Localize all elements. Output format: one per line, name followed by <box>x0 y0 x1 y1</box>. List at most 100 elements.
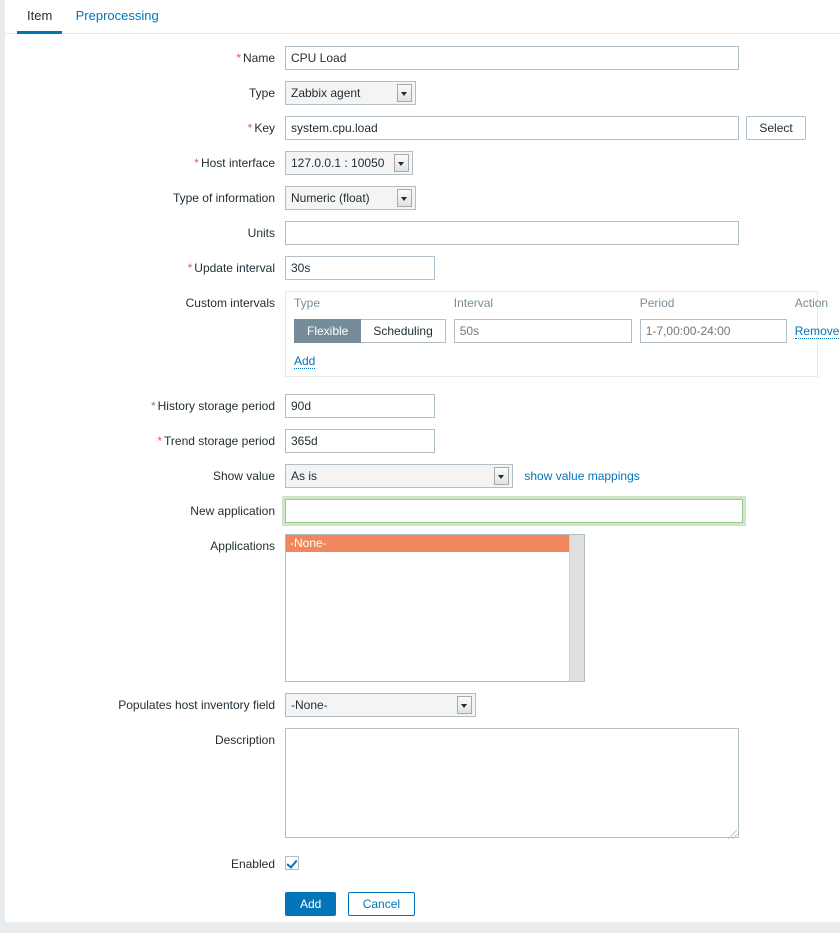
label-custom-intervals: Custom intervals <box>5 291 285 315</box>
applications-listbox-scrollbar[interactable] <box>569 535 584 681</box>
label-update-interval: * Update interval <box>5 256 285 280</box>
label-trend-storage-period: * Trend storage period <box>5 429 285 453</box>
field-row-show-value: Show value As is show value mappings <box>5 464 840 488</box>
units-input[interactable] <box>285 221 739 245</box>
required-marker-trend-storage-period: * <box>157 434 163 448</box>
custom-intervals-header-row: Type Interval Period Action <box>286 292 839 316</box>
field-row-update-interval: * Update interval <box>5 256 840 280</box>
label-new-application-text: New application <box>190 504 275 518</box>
label-populates-host-inventory-field-text: Populates host inventory field <box>118 698 275 712</box>
field-row-name: * Name <box>5 46 840 70</box>
custom-intervals-table: Type Interval Period Action Flexible Sch… <box>286 292 840 376</box>
applications-option-none[interactable]: -None- <box>286 535 584 552</box>
custom-period-input[interactable] <box>639 319 787 343</box>
label-units: Units <box>5 221 285 245</box>
tab-preprocessing[interactable]: Preprocessing <box>66 1 169 31</box>
label-name-text: Name <box>242 51 275 65</box>
label-trend-storage-period-text: Trend storage period <box>164 434 275 448</box>
field-row-trend-storage-period: * Trend storage period <box>5 429 840 453</box>
cell-add-interval: Add <box>286 346 839 376</box>
cell-action: Remove <box>787 316 840 346</box>
label-applications: Applications <box>5 534 285 558</box>
label-description: Description <box>5 728 285 752</box>
type-select[interactable]: Zabbix agent <box>285 81 416 105</box>
label-show-value-text: Show value <box>212 469 275 483</box>
show-value-mappings-link[interactable]: show value mappings <box>524 469 639 483</box>
label-type-of-information-text: Type of information <box>172 191 275 205</box>
column-header-interval: Interval <box>453 296 494 310</box>
label-host-interface: * Host interface <box>5 151 285 175</box>
submit-add-button[interactable]: Add <box>285 892 337 916</box>
label-host-interface-text: Host interface <box>200 156 275 170</box>
chevron-down-icon <box>397 84 412 102</box>
key-select-button[interactable]: Select <box>746 116 806 140</box>
description-textarea[interactable] <box>285 728 739 838</box>
label-key: * Key <box>5 116 285 140</box>
interval-type-scheduling-button[interactable]: Scheduling <box>361 319 446 343</box>
column-header-type: Type <box>294 296 321 310</box>
label-history-storage-period: * History storage period <box>5 394 285 418</box>
required-marker-host-interface: * <box>194 156 199 170</box>
populates-host-inventory-field-value: -None- <box>291 698 328 712</box>
field-row-type-of-information: Type of information Numeric (float) <box>5 186 840 210</box>
tab-item[interactable]: Item <box>17 1 63 34</box>
name-input[interactable] <box>285 46 739 70</box>
tab-preprocessing-label: Preprocessing <box>75 8 159 23</box>
history-storage-period-input[interactable] <box>285 394 435 418</box>
chevron-down-icon <box>494 467 509 485</box>
new-application-input[interactable] <box>285 499 743 523</box>
field-row-host-interface: * Host interface 127.0.0.1 : 10050 <box>5 151 840 175</box>
label-key-text: Key <box>254 121 275 135</box>
label-custom-intervals-text: Custom intervals <box>185 296 275 310</box>
field-row-description: Description <box>5 728 840 841</box>
interval-type-flexible-button[interactable]: Flexible <box>294 319 362 343</box>
enabled-checkbox[interactable] <box>285 856 299 870</box>
tab-item-label: Item <box>27 8 53 23</box>
item-form: *Name Type Zabbix agent <box>5 34 840 916</box>
form-actions-row: Add Cancel <box>5 892 840 916</box>
type-of-information-select[interactable]: Numeric (float) <box>285 186 416 210</box>
label-populates-host-inventory-field: Populates host inventory field <box>5 693 285 717</box>
chevron-down-icon <box>457 696 472 714</box>
label-name: * Name <box>5 46 285 70</box>
label-enabled-text: Enabled <box>230 857 275 871</box>
label-type-of-information: Type of information <box>5 186 285 210</box>
type-select-value: Zabbix agent <box>291 86 361 100</box>
chevron-down-icon <box>394 154 409 172</box>
remove-interval-link[interactable]: Remove <box>794 324 840 339</box>
show-value-select[interactable]: As is <box>285 464 513 488</box>
field-row-applications: Applications -None- <box>5 534 840 682</box>
field-row-custom-intervals: Custom intervals Type Interval Period Ac… <box>5 291 840 377</box>
custom-intervals-table-container: Type Interval Period Action Flexible Sch… <box>285 291 840 377</box>
field-row-units: Units <box>5 221 840 245</box>
label-show-value: Show value <box>5 464 285 488</box>
required-marker-name: * <box>236 51 241 65</box>
host-interface-select[interactable]: 127.0.0.1 : 10050 <box>285 151 413 175</box>
key-input[interactable] <box>285 116 739 140</box>
cell-period-value <box>632 316 787 346</box>
field-row-enabled: Enabled <box>5 852 840 876</box>
field-row-new-application: New application <box>5 499 840 523</box>
required-marker-update-interval: * <box>187 261 193 275</box>
chevron-down-icon <box>397 189 412 207</box>
interval-type-toggle-group: Flexible Scheduling <box>294 319 446 343</box>
label-description-text: Description <box>214 733 275 747</box>
cell-interval-type: Flexible Scheduling <box>286 316 446 346</box>
field-row-type: Type Zabbix agent <box>5 81 840 105</box>
required-marker-history-storage-period: * <box>150 399 156 413</box>
add-interval-link[interactable]: Add <box>294 354 316 369</box>
populates-host-inventory-field-select[interactable]: -None- <box>285 693 476 717</box>
field-row-history-storage-period: * History storage period <box>5 394 840 418</box>
cancel-button[interactable]: Cancel <box>347 892 416 916</box>
host-interface-select-value: 127.0.0.1 : 10050 <box>291 156 385 170</box>
cell-interval-value <box>446 316 632 346</box>
required-marker-key: * <box>247 121 253 135</box>
label-units-text: Units <box>247 226 275 240</box>
item-form-panel: Item Preprocessing *Name Type <box>5 0 840 922</box>
applications-listbox[interactable]: -None- <box>285 534 585 682</box>
show-value-select-value: As is <box>291 469 318 483</box>
update-interval-input[interactable] <box>285 256 435 280</box>
trend-storage-period-input[interactable] <box>285 429 435 453</box>
field-row-populates-host-inventory-field: Populates host inventory field -None- <box>5 693 840 717</box>
custom-interval-input[interactable] <box>453 319 632 343</box>
